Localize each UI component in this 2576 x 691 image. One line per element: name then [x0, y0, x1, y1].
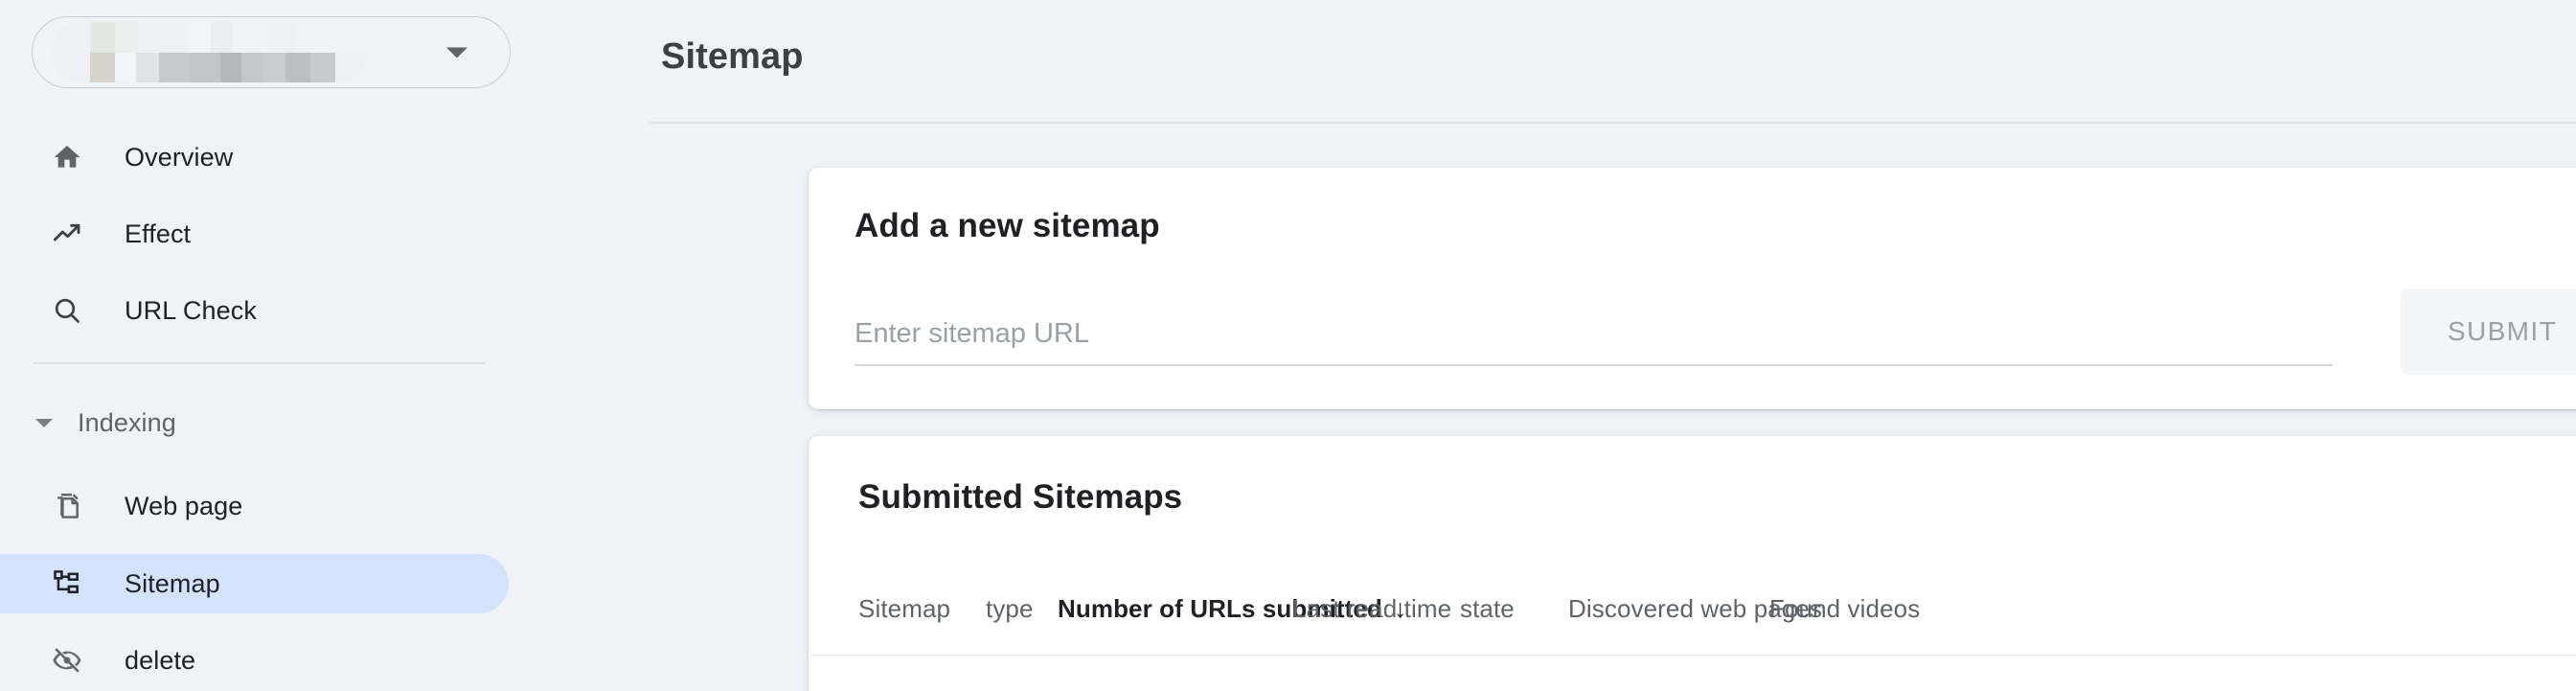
sidebar-item-overview[interactable]: Overview	[0, 127, 509, 187]
column-header-sitemap[interactable]: Sitemap	[858, 594, 950, 624]
sidebar-section-label: Indexing	[78, 407, 176, 437]
header-divider	[650, 122, 2576, 124]
chevron-down-icon	[446, 47, 467, 58]
sidebar-item-label: URL Check	[125, 295, 257, 325]
sidebar-item-delete[interactable]: delete	[0, 631, 509, 690]
property-name-redacted	[52, 22, 368, 82]
input-underline	[855, 364, 2333, 366]
sidebar-item-label: Effect	[125, 219, 192, 248]
sidebar-item-label: Web page	[125, 491, 243, 520]
add-sitemap-card: Add a new sitemap SUBMIT	[809, 168, 2576, 409]
column-header-last-read-time[interactable]: Last read time	[1292, 594, 1451, 624]
trending-up-icon	[46, 219, 88, 249]
caret-down-icon	[35, 418, 53, 427]
sitemap-url-input[interactable]	[855, 307, 2333, 361]
sidebar-item-web-page[interactable]: Web page	[0, 476, 509, 536]
table-header-divider	[809, 654, 2576, 656]
column-header-type[interactable]: type	[986, 594, 1034, 624]
submitted-sitemaps-title: Submitted Sitemaps	[858, 478, 1183, 516]
submit-button[interactable]: SUBMIT	[2401, 288, 2576, 375]
submitted-sitemaps-card: Submitted Sitemaps Sitemap type Number o…	[809, 436, 2576, 691]
sidebar-divider	[33, 362, 485, 364]
pages-copy-icon	[46, 491, 88, 521]
property-selector[interactable]	[32, 16, 511, 88]
account-tree-icon	[46, 568, 88, 599]
sidebar-item-label: delete	[125, 645, 196, 675]
page-title: Sitemap	[661, 36, 804, 77]
sitemap-url-field	[855, 307, 2333, 366]
sitemap-page: Overview Effect URL Check Indexing Web p…	[0, 0, 2576, 691]
add-sitemap-title: Add a new sitemap	[855, 207, 1160, 244]
main-content: Sitemap Add a new sitemap SUBMIT Submitt…	[650, 0, 2576, 691]
sidebar-item-label: Sitemap	[125, 568, 220, 598]
search-icon	[46, 295, 88, 326]
column-header-state[interactable]: state	[1460, 594, 1515, 624]
sidebar-section-indexing[interactable]: Indexing	[0, 401, 176, 445]
sidebar-item-label: Overview	[125, 142, 234, 172]
sidebar-item-effect[interactable]: Effect	[0, 204, 509, 264]
visibility-off-icon	[46, 645, 88, 676]
sidebar-item-url-check[interactable]: URL Check	[0, 281, 509, 340]
column-header-found-videos[interactable]: Found videos	[1769, 594, 1920, 624]
table-header-row: Sitemap type Number of URLs submitted ↓ L…	[809, 569, 2576, 656]
home-icon	[46, 142, 88, 173]
sidebar-item-sitemap[interactable]: Sitemap	[0, 554, 509, 613]
sidebar: Overview Effect URL Check Indexing Web p…	[0, 0, 650, 691]
